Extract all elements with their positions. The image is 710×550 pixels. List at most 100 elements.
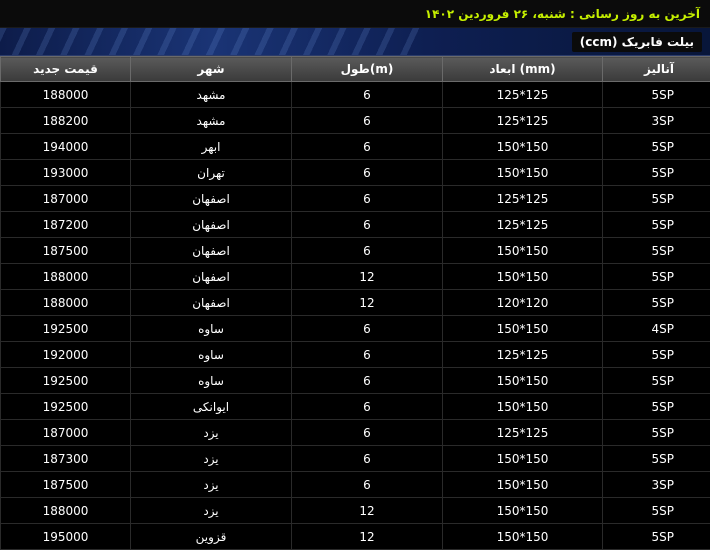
cell-city: قزوین <box>131 524 292 550</box>
table-row: 192500ایوانکی6150*1505SP <box>1 394 710 420</box>
cell-length: 12 <box>292 498 443 524</box>
cell-city: یزد <box>131 446 292 472</box>
cell-price: 192000 <box>1 342 131 368</box>
cell-city: ساوه <box>131 316 292 342</box>
cell-city: یزد <box>131 498 292 524</box>
cell-analysis: 5SP <box>603 264 710 290</box>
cell-price: 187000 <box>1 420 131 446</box>
cell-dimensions: 125*125 <box>443 82 603 108</box>
cell-length: 6 <box>292 342 443 368</box>
cell-city: یزد <box>131 420 292 446</box>
cell-dimensions: 125*125 <box>443 108 603 134</box>
cell-dimensions: 125*125 <box>443 420 603 446</box>
cell-dimensions: 150*150 <box>443 316 603 342</box>
cell-dimensions: 150*150 <box>443 134 603 160</box>
cell-analysis: 4SP <box>603 316 710 342</box>
price-table: قیمت جدید شهر طول(m) ابعاد (mm) آنالیز 1… <box>0 56 710 550</box>
cell-price: 192500 <box>1 394 131 420</box>
cell-length: 6 <box>292 316 443 342</box>
table-row: 192500ساوه6150*1504SP <box>1 316 710 342</box>
cell-city: مشهد <box>131 82 292 108</box>
cell-length: 12 <box>292 264 443 290</box>
cell-city: ابهر <box>131 134 292 160</box>
table-row: 193000تهران6150*1505SP <box>1 160 710 186</box>
column-header-dimensions[interactable]: ابعاد (mm) <box>443 57 603 82</box>
cell-city: یزد <box>131 472 292 498</box>
cell-city: مشهد <box>131 108 292 134</box>
cell-analysis: 5SP <box>603 394 710 420</box>
cell-length: 6 <box>292 134 443 160</box>
table-row: 194000ابهر6150*1505SP <box>1 134 710 160</box>
cell-length: 6 <box>292 472 443 498</box>
cell-length: 6 <box>292 420 443 446</box>
cell-price: 187500 <box>1 238 131 264</box>
cell-price: 187000 <box>1 186 131 212</box>
last-update-bar: آخرین به روز رسانی : شنبه، ۲۶ فروردین ۱۴… <box>0 0 710 28</box>
table-row: 188000یزد12150*1505SP <box>1 498 710 524</box>
cell-city: ساوه <box>131 368 292 394</box>
cell-analysis: 5SP <box>603 82 710 108</box>
column-header-analysis[interactable]: آنالیز <box>603 57 710 82</box>
section-header: بیلت فابریک (ccm) <box>0 28 710 56</box>
table-row: 187300یزد6150*1505SP <box>1 446 710 472</box>
cell-dimensions: 150*150 <box>443 238 603 264</box>
cell-city: اصفهان <box>131 186 292 212</box>
cell-analysis: 5SP <box>603 420 710 446</box>
header-decoration <box>0 28 420 55</box>
cell-price: 192500 <box>1 368 131 394</box>
cell-length: 6 <box>292 82 443 108</box>
cell-price: 188000 <box>1 82 131 108</box>
cell-dimensions: 120*120 <box>443 290 603 316</box>
cell-dimensions: 125*125 <box>443 342 603 368</box>
cell-dimensions: 150*150 <box>443 498 603 524</box>
cell-analysis: 5SP <box>603 238 710 264</box>
cell-dimensions: 150*150 <box>443 446 603 472</box>
cell-analysis: 5SP <box>603 160 710 186</box>
section-title: بیلت فابریک (ccm) <box>572 32 702 52</box>
cell-analysis: 5SP <box>603 342 710 368</box>
cell-price: 188000 <box>1 290 131 316</box>
cell-dimensions: 150*150 <box>443 160 603 186</box>
table-header-row: قیمت جدید شهر طول(m) ابعاد (mm) آنالیز <box>1 57 710 82</box>
table-row: 187000اصفهان6125*1255SP <box>1 186 710 212</box>
cell-price: 187300 <box>1 446 131 472</box>
cell-price: 193000 <box>1 160 131 186</box>
cell-length: 6 <box>292 160 443 186</box>
cell-price: 187500 <box>1 472 131 498</box>
cell-price: 195000 <box>1 524 131 550</box>
cell-length: 6 <box>292 368 443 394</box>
last-update-text: آخرین به روز رسانی : شنبه، ۲۶ فروردین ۱۴… <box>425 7 700 21</box>
cell-dimensions: 150*150 <box>443 524 603 550</box>
cell-analysis: 5SP <box>603 134 710 160</box>
table-row: 188200مشهد6125*1253SP <box>1 108 710 134</box>
cell-city: اصفهان <box>131 264 292 290</box>
column-header-length[interactable]: طول(m) <box>292 57 443 82</box>
table-row: 195000قزوین12150*1505SP <box>1 524 710 550</box>
cell-price: 188000 <box>1 264 131 290</box>
cell-dimensions: 150*150 <box>443 368 603 394</box>
column-header-price[interactable]: قیمت جدید <box>1 57 131 82</box>
table-row: 187500یزد6150*1503SP <box>1 472 710 498</box>
cell-length: 6 <box>292 212 443 238</box>
cell-city: اصفهان <box>131 238 292 264</box>
table-row: 187500اصفهان6150*1505SP <box>1 238 710 264</box>
cell-city: تهران <box>131 160 292 186</box>
cell-analysis: 5SP <box>603 446 710 472</box>
cell-length: 6 <box>292 446 443 472</box>
table-row: 188000اصفهان12120*1205SP <box>1 290 710 316</box>
cell-price: 188200 <box>1 108 131 134</box>
cell-dimensions: 150*150 <box>443 472 603 498</box>
table-row: 187200اصفهان6125*1255SP <box>1 212 710 238</box>
cell-length: 6 <box>292 186 443 212</box>
table-row: 192500ساوه6150*1505SP <box>1 368 710 394</box>
cell-price: 192500 <box>1 316 131 342</box>
cell-length: 6 <box>292 238 443 264</box>
cell-price: 194000 <box>1 134 131 160</box>
cell-length: 6 <box>292 108 443 134</box>
cell-price: 188000 <box>1 498 131 524</box>
cell-analysis: 5SP <box>603 368 710 394</box>
column-header-city[interactable]: شهر <box>131 57 292 82</box>
table-body: 188000مشهد6125*1255SP188200مشهد6125*1253… <box>1 82 710 550</box>
cell-length: 6 <box>292 394 443 420</box>
cell-dimensions: 125*125 <box>443 186 603 212</box>
